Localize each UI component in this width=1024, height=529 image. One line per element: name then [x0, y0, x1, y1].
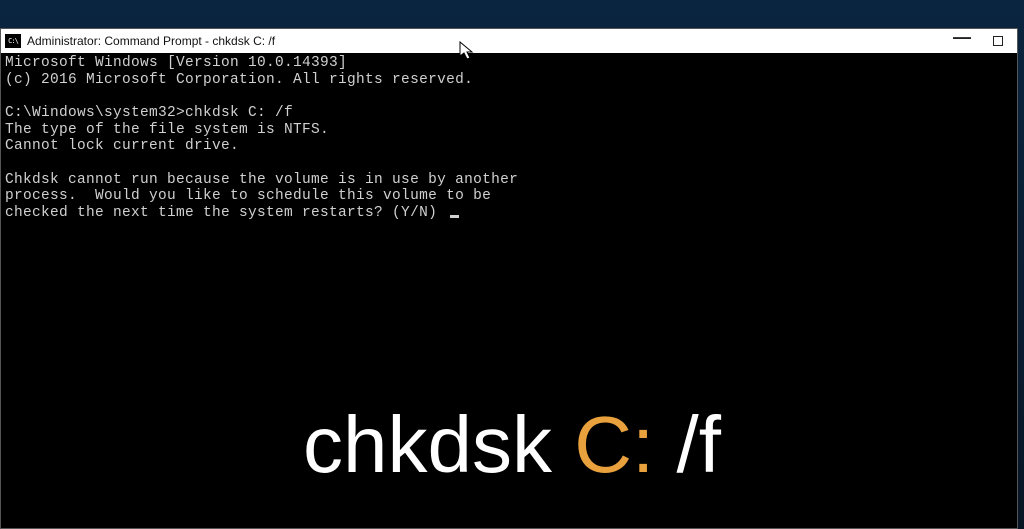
- terminal-line: C:\Windows\system32>chkdsk C: /f: [5, 105, 293, 121]
- titlebar[interactable]: C:\ Administrator: Command Prompt - chkd…: [1, 29, 1017, 53]
- minimize-button[interactable]: —: [955, 30, 969, 44]
- overlay-part-cmd: chkdsk: [303, 400, 574, 489]
- terminal-line: The type of the file system is NTFS.: [5, 122, 329, 138]
- terminal-line: (c) 2016 Microsoft Corporation. All righ…: [5, 72, 473, 88]
- maximize-button[interactable]: [991, 34, 1005, 48]
- terminal-line: Microsoft Windows [Version 10.0.14393]: [5, 55, 347, 71]
- terminal-line: checked the next time the system restart…: [5, 205, 446, 221]
- window-title: Administrator: Command Prompt - chkdsk C…: [27, 34, 955, 48]
- cmd-icon: C:\: [5, 34, 21, 48]
- terminal-line: Cannot lock current drive.: [5, 138, 239, 154]
- window-controls: —: [955, 34, 1013, 48]
- overlay-part-flag: /f: [654, 400, 721, 489]
- overlay-part-drive: C:: [574, 400, 654, 489]
- overlay-caption: chkdsk C: /f: [0, 399, 1024, 491]
- terminal-line: process. Would you like to schedule this…: [5, 188, 491, 204]
- terminal-line: Chkdsk cannot run because the volume is …: [5, 172, 518, 188]
- text-cursor-icon: [450, 215, 459, 218]
